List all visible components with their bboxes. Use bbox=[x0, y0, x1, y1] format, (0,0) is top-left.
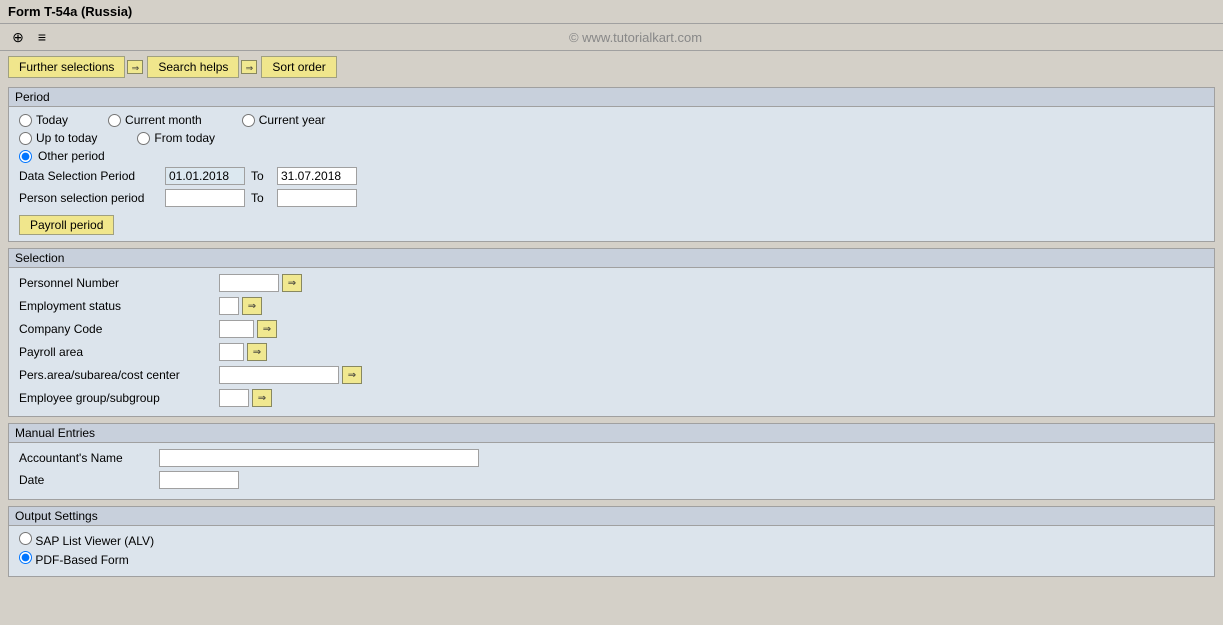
search-helps-button[interactable]: Search helps bbox=[147, 56, 239, 78]
company-code-arrow-btn[interactable]: ⇒ bbox=[257, 320, 277, 338]
personnel-number-input[interactable] bbox=[219, 274, 279, 292]
radio-up-to-today-label[interactable]: Up to today bbox=[19, 131, 97, 145]
company-code-row: Company Code ⇒ bbox=[19, 320, 1204, 338]
period-section-body: Today Current month Current year Up to t… bbox=[9, 107, 1214, 241]
period-row-1: Today Current month Current year bbox=[19, 113, 1204, 127]
period-section: Period Today Current month Current year bbox=[8, 87, 1215, 242]
employee-group-arrow-btn[interactable]: ⇒ bbox=[252, 389, 272, 407]
payroll-area-label: Payroll area bbox=[19, 345, 219, 359]
radio-current-year[interactable] bbox=[242, 114, 255, 127]
output-settings-body: SAP List Viewer (ALV) PDF-Based Form bbox=[9, 526, 1214, 576]
main-content: Period Today Current month Current year bbox=[0, 83, 1223, 587]
data-selection-period-label: Data Selection Period bbox=[19, 169, 159, 183]
alv-radio[interactable] bbox=[19, 532, 32, 545]
data-selection-from-input[interactable] bbox=[165, 167, 245, 185]
manual-entries-body: Accountant's Name Date bbox=[9, 443, 1214, 499]
selection-section-header: Selection bbox=[9, 249, 1214, 268]
pers-area-input[interactable] bbox=[219, 366, 339, 384]
toolbar: ⊕ ≡ © www.tutorialkart.com bbox=[0, 24, 1223, 51]
employee-group-input[interactable] bbox=[219, 389, 249, 407]
manual-entries-header: Manual Entries bbox=[9, 424, 1214, 443]
radio-today[interactable] bbox=[19, 114, 32, 127]
personnel-number-row: Personnel Number ⇒ bbox=[19, 274, 1204, 292]
radio-from-today-label[interactable]: From today bbox=[137, 131, 215, 145]
payroll-area-arrow-btn[interactable]: ⇒ bbox=[247, 343, 267, 361]
further-selections-arrow-icon: ⇒ bbox=[127, 60, 143, 74]
to-label-1: To bbox=[251, 169, 271, 183]
radio-current-month[interactable] bbox=[108, 114, 121, 127]
button-bar: Further selections ⇒ Search helps ⇒ Sort… bbox=[0, 51, 1223, 83]
sort-order-button[interactable]: Sort order bbox=[261, 56, 336, 78]
title-bar: Form T-54a (Russia) bbox=[0, 0, 1223, 24]
to-label-2: To bbox=[251, 191, 271, 205]
pers-area-arrow-btn[interactable]: ⇒ bbox=[342, 366, 362, 384]
pdf-radio-label[interactable]: PDF-Based Form bbox=[19, 551, 129, 567]
pdf-radio-row: PDF-Based Form bbox=[19, 551, 1204, 567]
period-row-3: Other period bbox=[19, 149, 1204, 163]
person-selection-period-label: Person selection period bbox=[19, 191, 159, 205]
radio-other-period-label[interactable]: Other period bbox=[19, 149, 105, 163]
menu-icon[interactable]: ≡ bbox=[32, 27, 52, 47]
payroll-area-input[interactable] bbox=[219, 343, 244, 361]
date-label: Date bbox=[19, 473, 159, 487]
date-row: Date bbox=[19, 471, 1204, 489]
radio-today-label[interactable]: Today bbox=[19, 113, 68, 127]
further-selections-button[interactable]: Further selections bbox=[8, 56, 125, 78]
date-input[interactable] bbox=[159, 471, 239, 489]
payroll-period-button[interactable]: Payroll period bbox=[19, 215, 114, 235]
output-settings-header: Output Settings bbox=[9, 507, 1214, 526]
sort-order-label: Sort order bbox=[272, 60, 325, 74]
employee-group-row: Employee group/subgroup ⇒ bbox=[19, 389, 1204, 407]
employment-status-arrow-btn[interactable]: ⇒ bbox=[242, 297, 262, 315]
person-selection-to-input[interactable] bbox=[277, 189, 357, 207]
company-code-label: Company Code bbox=[19, 322, 219, 336]
accountants-name-input[interactable] bbox=[159, 449, 479, 467]
period-section-header: Period bbox=[9, 88, 1214, 107]
alv-radio-label[interactable]: SAP List Viewer (ALV) bbox=[19, 532, 154, 548]
search-helps-arrow-icon: ⇒ bbox=[241, 60, 257, 74]
radio-current-year-label[interactable]: Current year bbox=[242, 113, 326, 127]
radio-other-period[interactable] bbox=[19, 150, 32, 163]
accountants-name-row: Accountant's Name bbox=[19, 449, 1204, 467]
app-title: Form T-54a (Russia) bbox=[8, 4, 132, 19]
selection-section-body: Personnel Number ⇒ Employment status ⇒ C… bbox=[9, 268, 1214, 416]
search-helps-label: Search helps bbox=[158, 60, 228, 74]
watermark: © www.tutorialkart.com bbox=[56, 30, 1215, 45]
further-selections-label: Further selections bbox=[19, 60, 114, 74]
company-code-input[interactable] bbox=[219, 320, 254, 338]
employee-group-label: Employee group/subgroup bbox=[19, 391, 219, 405]
employment-status-input[interactable] bbox=[219, 297, 239, 315]
person-selection-from-input[interactable] bbox=[165, 189, 245, 207]
personnel-number-label: Personnel Number bbox=[19, 276, 219, 290]
alv-radio-row: SAP List Viewer (ALV) bbox=[19, 532, 1204, 548]
pers-area-row: Pers.area/subarea/cost center ⇒ bbox=[19, 366, 1204, 384]
employment-status-row: Employment status ⇒ bbox=[19, 297, 1204, 315]
data-selection-to-input[interactable] bbox=[277, 167, 357, 185]
personnel-number-arrow-btn[interactable]: ⇒ bbox=[282, 274, 302, 292]
selection-section: Selection Personnel Number ⇒ Employment … bbox=[8, 248, 1215, 417]
data-selection-period-row: Data Selection Period To bbox=[19, 167, 1204, 185]
output-settings-section: Output Settings SAP List Viewer (ALV) PD… bbox=[8, 506, 1215, 577]
accountants-name-label: Accountant's Name bbox=[19, 451, 159, 465]
person-selection-period-row: Person selection period To bbox=[19, 189, 1204, 207]
refresh-icon[interactable]: ⊕ bbox=[8, 27, 28, 47]
payroll-area-row: Payroll area ⇒ bbox=[19, 343, 1204, 361]
manual-entries-section: Manual Entries Accountant's Name Date bbox=[8, 423, 1215, 500]
pers-area-label: Pers.area/subarea/cost center bbox=[19, 368, 219, 382]
payroll-period-row: Payroll period bbox=[19, 211, 1204, 235]
pdf-radio[interactable] bbox=[19, 551, 32, 564]
period-row-2: Up to today From today bbox=[19, 131, 1204, 145]
employment-status-label: Employment status bbox=[19, 299, 219, 313]
radio-up-to-today[interactable] bbox=[19, 132, 32, 145]
radio-current-month-label[interactable]: Current month bbox=[108, 113, 202, 127]
radio-from-today[interactable] bbox=[137, 132, 150, 145]
